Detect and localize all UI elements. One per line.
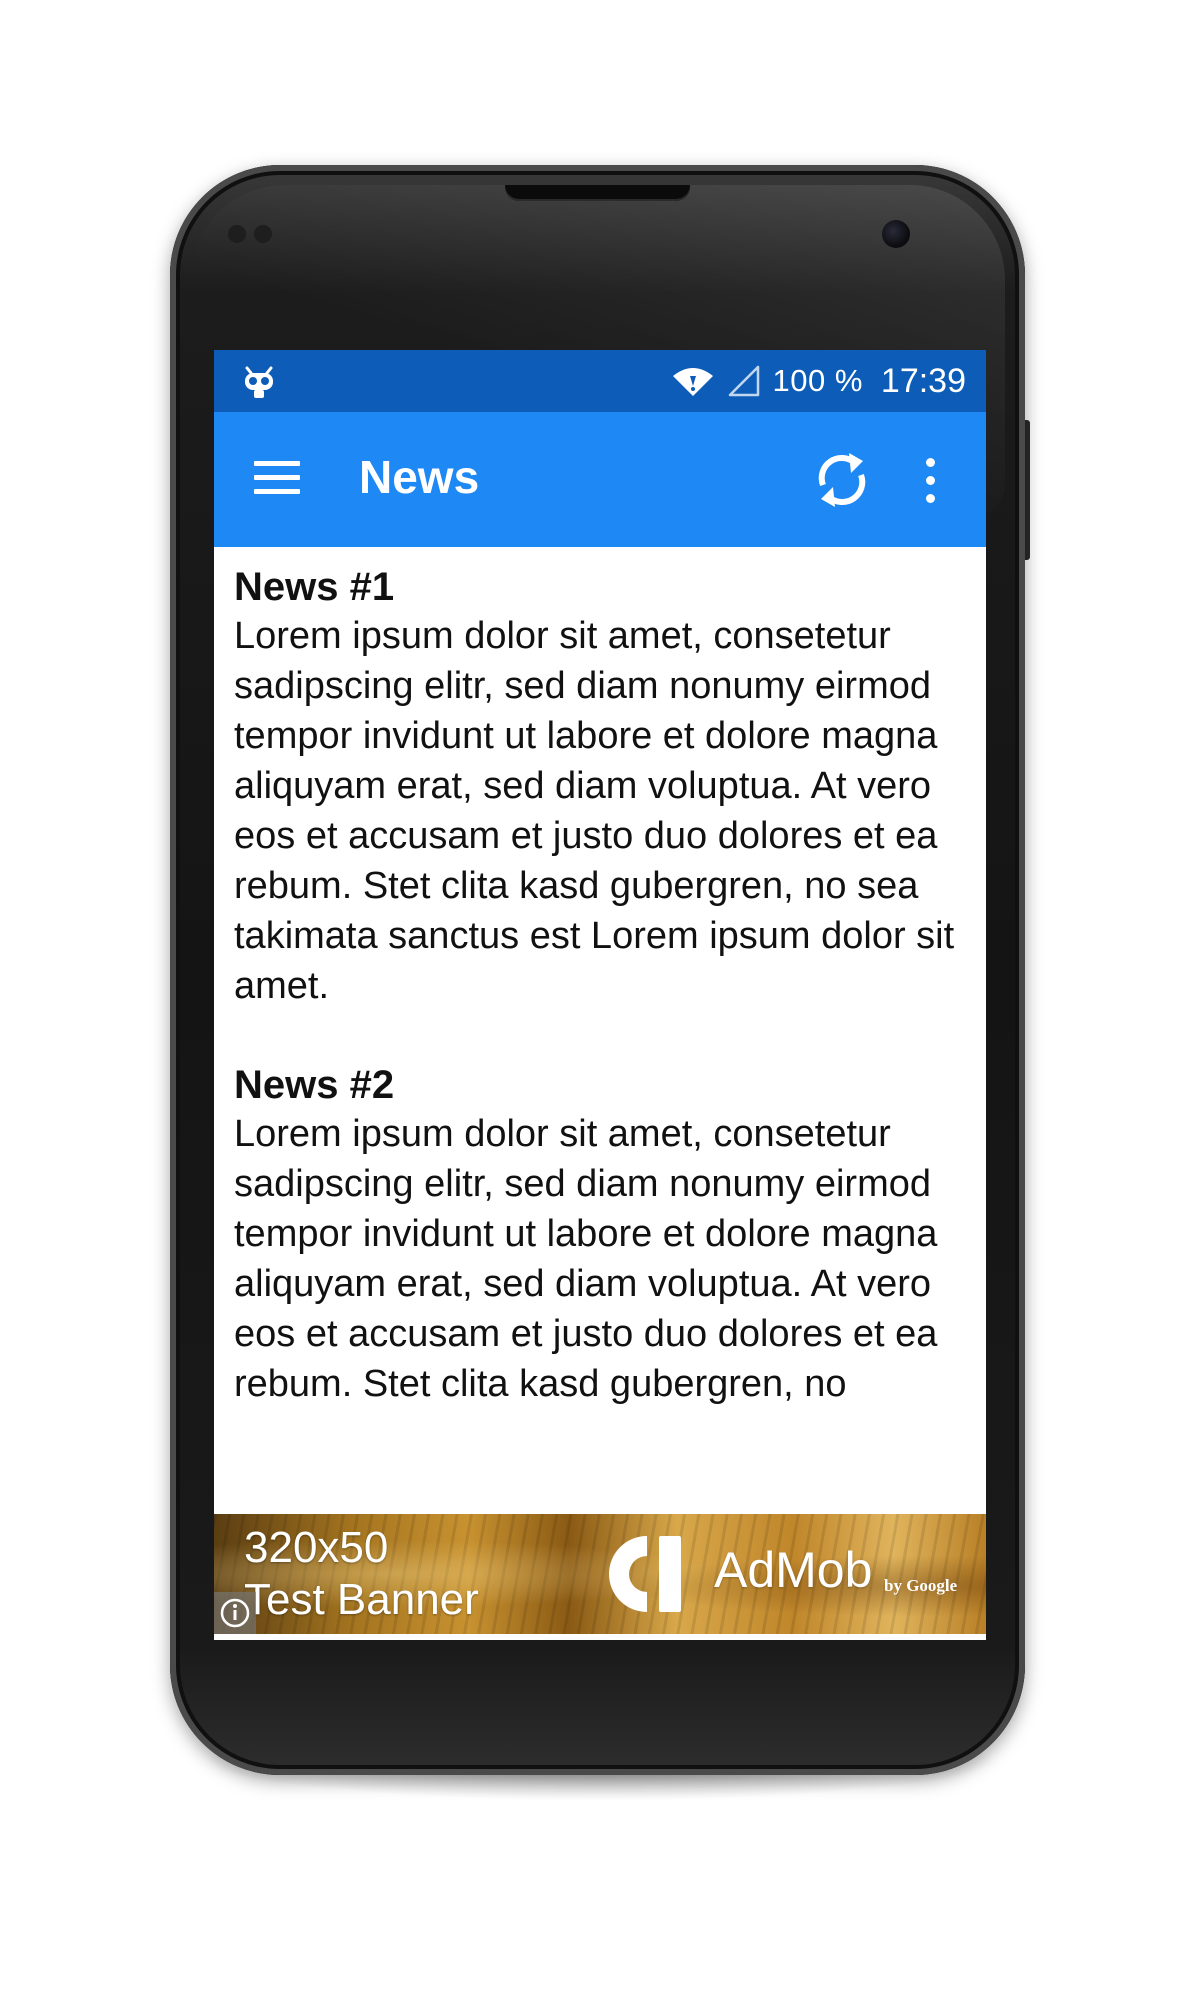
status-right-group: 100 % 17:39 [671,350,966,412]
admob-logo-icon [608,1536,681,1612]
page-title: News [359,451,480,503]
status-clock: 17:39 [880,361,966,400]
news-body: Lorem ipsum dolor sit amet, consetetur s… [234,1113,938,1405]
refresh-icon[interactable] [809,447,875,513]
ad-banner[interactable]: 320x50 Test Banner AdMob by Google [214,1514,986,1634]
battery-percent: 100 % [772,363,863,398]
device-mockup: 100 % 17:39 News News #1 Lorem ipsum dol… [0,0,1195,1994]
proximity-sensor [228,225,246,243]
news-body: Lorem ipsum dolor sit amet, consetetur s… [234,615,955,1007]
ad-size-label: 320x50 [244,1523,389,1572]
list-item[interactable]: News #2 Lorem ipsum dolor sit amet, cons… [214,1061,986,1409]
news-title: News #2 [234,1063,395,1107]
wifi-icon [672,368,713,396]
news-list[interactable]: News #1 Lorem ipsum dolor sit amet, cons… [214,547,986,1547]
more-vertical-icon[interactable] [920,456,940,506]
info-icon[interactable] [214,1592,256,1634]
admob-brand: AdMob [714,1542,873,1598]
ad-banner-label: Test Banner [244,1575,479,1624]
list-item[interactable]: News #1 Lorem ipsum dolor sit amet, cons… [214,547,986,1011]
signal-icon [728,365,759,397]
front-camera [882,220,910,248]
status-bar: 100 % 17:39 [214,350,986,412]
light-sensor [254,225,272,243]
admob-byline: by Google [884,1576,958,1595]
app-bar: News [214,412,986,547]
cyanogen-mascot-icon [245,366,273,398]
phone-screen: 100 % 17:39 News News #1 Lorem ipsum dol… [214,350,986,1640]
earpiece-speaker [505,185,690,201]
hamburger-menu-icon[interactable] [254,458,300,498]
news-title: News #1 [234,565,395,609]
